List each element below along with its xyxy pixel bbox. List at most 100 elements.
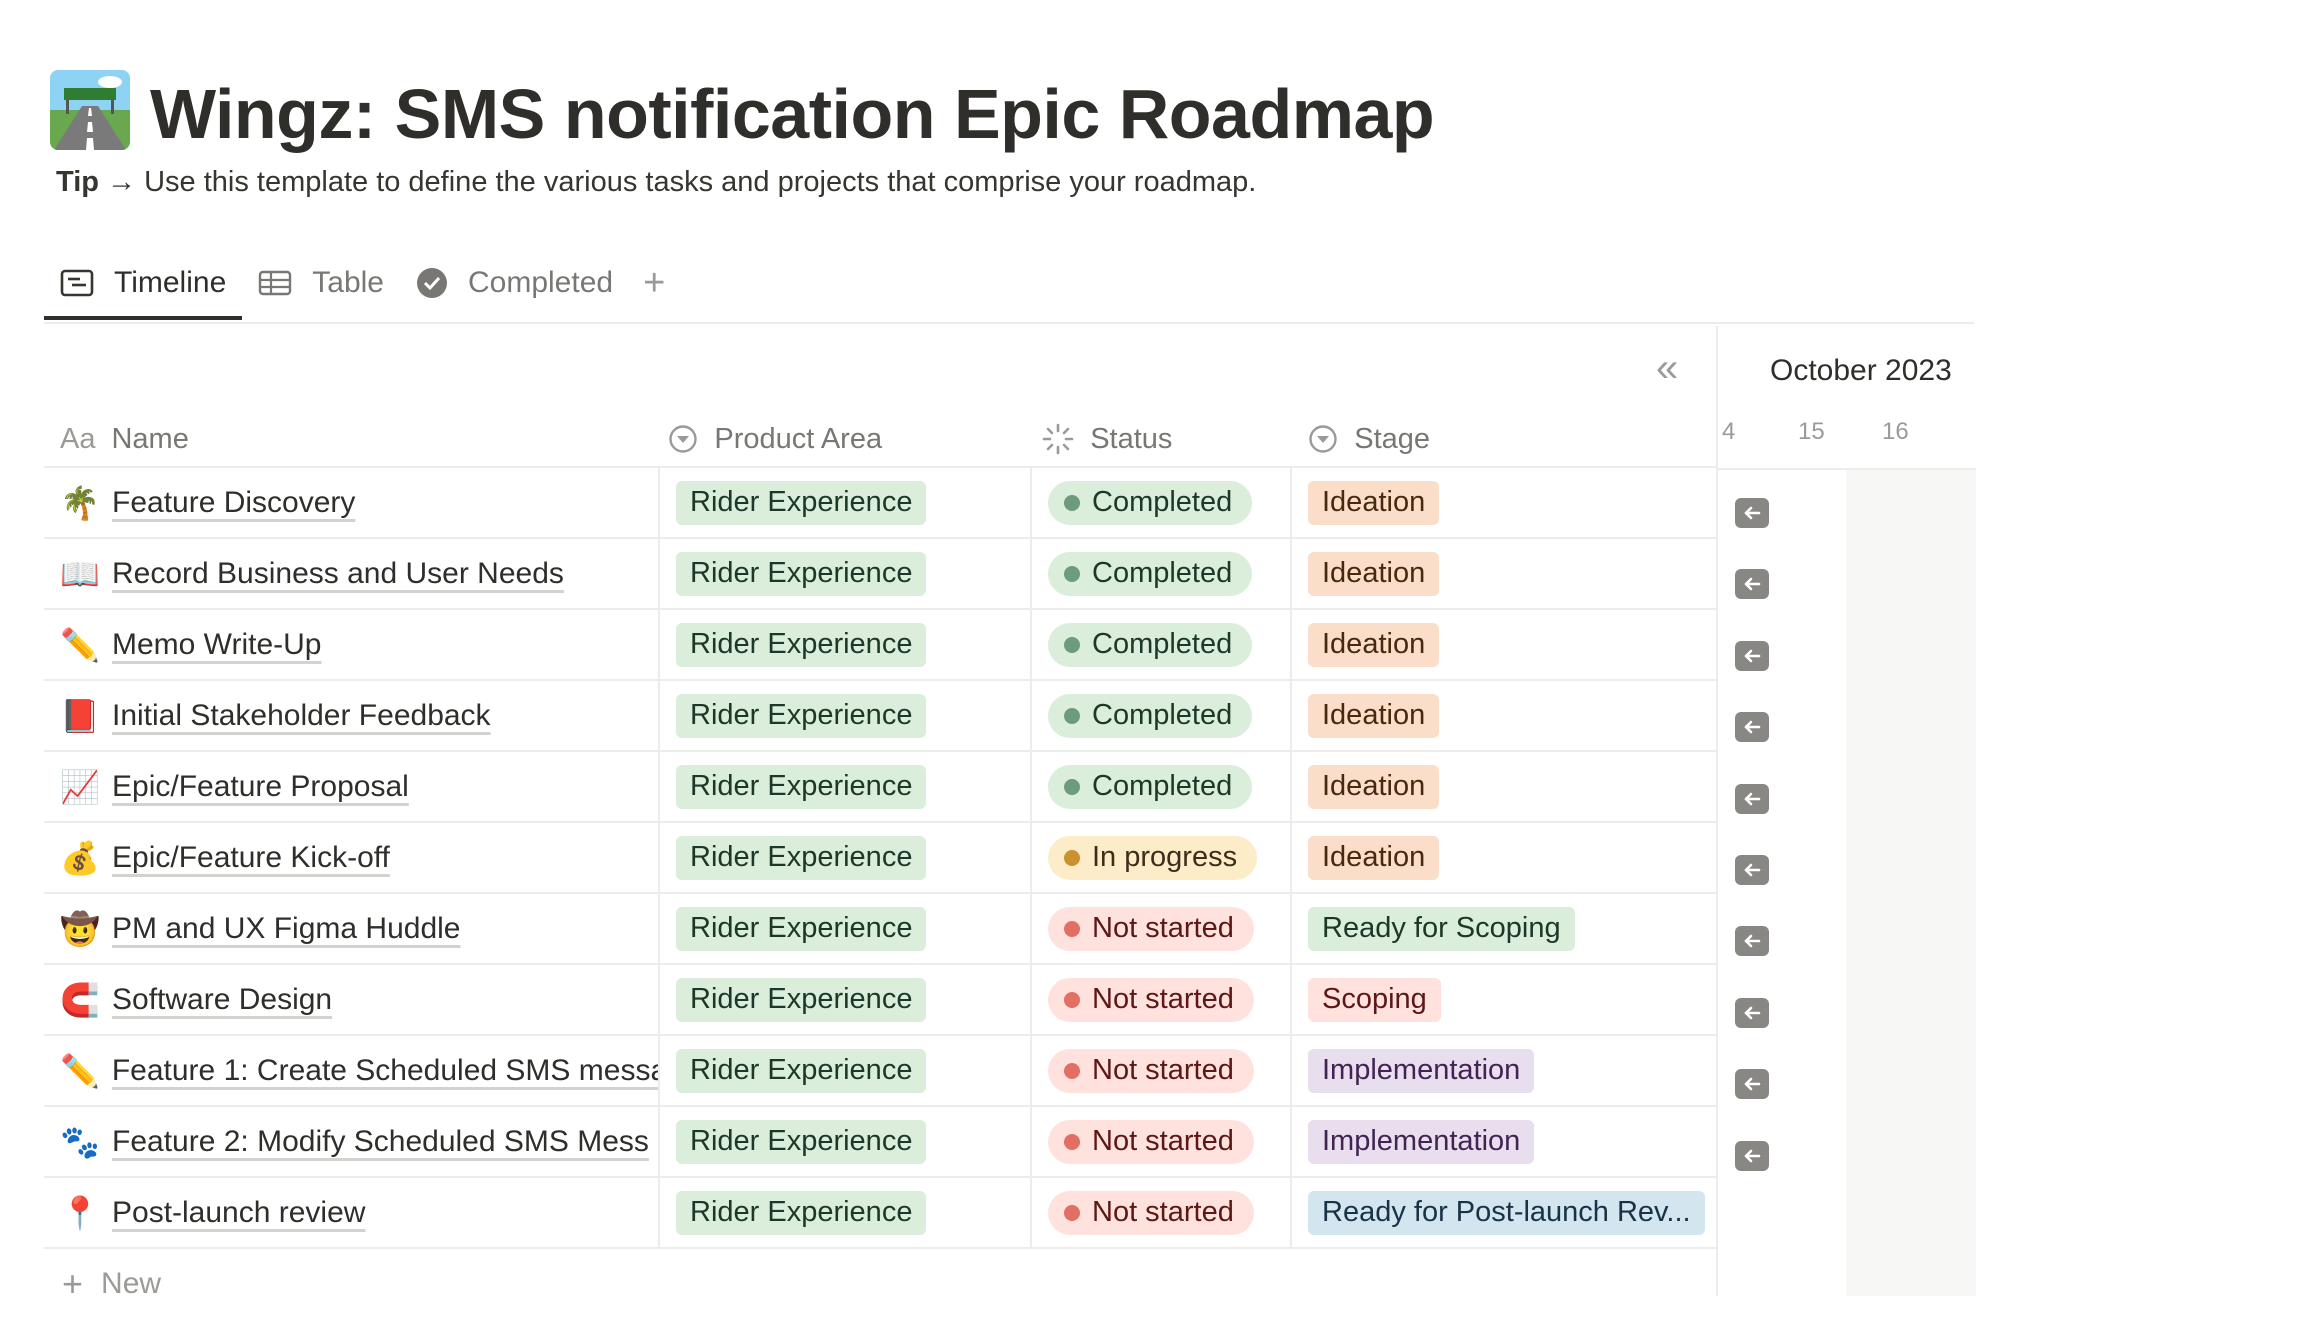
status-cell[interactable]: Not started — [1032, 1036, 1292, 1105]
name-cell[interactable]: 📈 Epic/Feature Proposal — [44, 752, 660, 821]
status-cell[interactable]: Not started — [1032, 1107, 1292, 1176]
row-name-link[interactable]: Feature Discovery — [112, 486, 355, 520]
row-name-link[interactable]: Feature 2: Modify Scheduled SMS Mess — [112, 1125, 649, 1159]
name-cell[interactable]: 🐾 Feature 2: Modify Scheduled SMS Mess — [44, 1107, 660, 1176]
row-name-link[interactable]: Software Design — [112, 983, 332, 1017]
timeline-scroll-to-item-button[interactable] — [1735, 855, 1769, 885]
stage-cell[interactable]: Ideation — [1292, 752, 1716, 821]
status-cell[interactable]: Completed — [1032, 539, 1292, 608]
row-name-link[interactable]: PM and UX Figma Huddle — [112, 912, 461, 946]
table-row[interactable]: 📕 Initial Stakeholder Feedback Rider Exp… — [44, 681, 1716, 752]
product-area-cell[interactable]: Rider Experience — [660, 1107, 1032, 1176]
tab-timeline[interactable]: Timeline — [44, 250, 243, 320]
view-tabs: Timeline Table Completed + — [44, 250, 679, 322]
status-cell[interactable]: Completed — [1032, 610, 1292, 679]
status-cell[interactable]: Not started — [1032, 894, 1292, 963]
table-row[interactable]: 🐾 Feature 2: Modify Scheduled SMS Mess R… — [44, 1107, 1716, 1178]
name-cell[interactable]: 📖 Record Business and User Needs — [44, 539, 660, 608]
timeline-scroll-to-item-button[interactable] — [1735, 783, 1769, 814]
stage-cell[interactable]: Ready for Post-launch Rev... — [1292, 1178, 1716, 1247]
status-cell[interactable]: In progress — [1032, 823, 1292, 892]
stage-cell[interactable]: Ready for Scoping — [1292, 894, 1716, 963]
table-row[interactable]: 🧲 Software Design Rider Experience Not s… — [44, 965, 1716, 1036]
row-name-link[interactable]: Feature 1: Create Scheduled SMS messa — [112, 1054, 658, 1088]
status-label: Completed — [1092, 770, 1233, 802]
status-dot-icon — [1064, 991, 1080, 1008]
stage-tag: Ready for Post-launch Rev... — [1308, 1190, 1705, 1235]
stage-cell[interactable]: Implementation — [1292, 1107, 1716, 1176]
row-name-link[interactable]: Epic/Feature Proposal — [112, 770, 409, 804]
stage-cell[interactable]: Scoping — [1292, 965, 1716, 1034]
name-cell[interactable]: 📕 Initial Stakeholder Feedback — [44, 681, 660, 750]
table-row[interactable]: 🤠 PM and UX Figma Huddle Rider Experienc… — [44, 894, 1716, 965]
tab-table[interactable]: Table — [242, 250, 400, 316]
timeline-scroll-to-item-button[interactable] — [1735, 712, 1769, 743]
status-label: Completed — [1092, 628, 1233, 660]
status-dot-icon — [1064, 707, 1080, 724]
name-cell[interactable]: ✏️ Memo Write-Up — [44, 610, 660, 679]
stage-cell[interactable]: Ideation — [1292, 610, 1716, 679]
product-area-cell[interactable]: Rider Experience — [660, 1036, 1032, 1105]
column-header-status[interactable]: Status — [1026, 423, 1292, 456]
stage-cell[interactable]: Ideation — [1292, 681, 1716, 750]
status-dot-icon — [1064, 778, 1080, 795]
table-row[interactable]: 📍 Post-launch review Rider Experience No… — [44, 1178, 1716, 1249]
arrow-left-icon — [1744, 935, 1761, 948]
stage-cell[interactable]: Implementation — [1292, 1036, 1716, 1105]
add-view-button[interactable]: + — [629, 250, 679, 316]
product-area-cell[interactable]: Rider Experience — [660, 681, 1032, 750]
tab-completed[interactable]: Completed — [400, 250, 629, 316]
table-row[interactable]: ✏️ Memo Write-Up Rider Experience Comple… — [44, 610, 1716, 681]
status-cell[interactable]: Completed — [1032, 681, 1292, 750]
tab-table-label: Table — [312, 266, 384, 299]
double-chevron-left-icon[interactable]: « — [1656, 346, 1678, 391]
timeline-scroll-to-item-button[interactable] — [1735, 926, 1769, 957]
status-cell[interactable]: Not started — [1032, 965, 1292, 1034]
status-badge: Not started — [1048, 1048, 1254, 1093]
timeline-scroll-to-item-button[interactable] — [1735, 569, 1769, 600]
product-area-cell[interactable]: Rider Experience — [660, 823, 1032, 892]
name-cell[interactable]: 📍 Post-launch review — [44, 1178, 660, 1247]
page-icon[interactable] — [50, 70, 130, 150]
row-name-link[interactable]: Record Business and User Needs — [112, 557, 564, 591]
row-name-link[interactable]: Post-launch review — [112, 1196, 365, 1230]
name-cell[interactable]: 🌴 Feature Discovery — [44, 468, 660, 537]
stage-cell[interactable]: Ideation — [1292, 823, 1716, 892]
product-area-cell[interactable]: Rider Experience — [660, 1178, 1032, 1247]
name-cell[interactable]: 🤠 PM and UX Figma Huddle — [44, 894, 660, 963]
product-area-cell[interactable]: Rider Experience — [660, 894, 1032, 963]
table-row[interactable]: 📈 Epic/Feature Proposal Rider Experience… — [44, 752, 1716, 823]
product-area-tag: Rider Experience — [676, 693, 927, 738]
row-name-link[interactable]: Memo Write-Up — [112, 628, 321, 662]
column-header-product-area[interactable]: Product Area — [652, 423, 1026, 456]
name-cell[interactable]: ✏️ Feature 1: Create Scheduled SMS messa — [44, 1036, 660, 1105]
row-name-link[interactable]: Epic/Feature Kick-off — [112, 841, 390, 875]
table-row[interactable]: 🌴 Feature Discovery Rider Experience Com… — [44, 468, 1716, 539]
name-cell[interactable]: 💰 Epic/Feature Kick-off — [44, 823, 660, 892]
timeline-scroll-to-item-button[interactable] — [1735, 1069, 1769, 1100]
new-row-button[interactable]: + New — [44, 1249, 1716, 1319]
status-cell[interactable]: Completed — [1032, 468, 1292, 537]
status-cell[interactable]: Not started — [1032, 1178, 1292, 1247]
row-name-link[interactable]: Initial Stakeholder Feedback — [112, 699, 491, 733]
product-area-cell[interactable]: Rider Experience — [660, 752, 1032, 821]
timeline-scroll-to-item-button[interactable] — [1735, 498, 1769, 528]
stage-cell[interactable]: Ideation — [1292, 468, 1716, 537]
product-area-cell[interactable]: Rider Experience — [660, 965, 1032, 1034]
row-emoji-icon: 💰 — [60, 839, 100, 876]
table-row[interactable]: 📖 Record Business and User Needs Rider E… — [44, 539, 1716, 610]
table-row[interactable]: ✏️ Feature 1: Create Scheduled SMS messa… — [44, 1036, 1716, 1107]
stage-cell[interactable]: Ideation — [1292, 539, 1716, 608]
timeline-scroll-to-item-button[interactable] — [1735, 1140, 1769, 1171]
timeline-scroll-to-item-button[interactable] — [1735, 997, 1769, 1028]
column-header-name[interactable]: Aa Name — [44, 423, 652, 456]
product-area-cell[interactable]: Rider Experience — [660, 539, 1032, 608]
table-row[interactable]: 💰 Epic/Feature Kick-off Rider Experience… — [44, 823, 1716, 894]
product-area-cell[interactable]: Rider Experience — [660, 468, 1032, 537]
product-area-cell[interactable]: Rider Experience — [660, 610, 1032, 679]
column-header-stage[interactable]: Stage — [1292, 423, 1716, 456]
timeline-scroll-to-item-button[interactable] — [1735, 640, 1769, 671]
status-cell[interactable]: Completed — [1032, 752, 1292, 821]
timeline-panel: « October 2023 4 15 16 — [1656, 326, 1976, 1296]
name-cell[interactable]: 🧲 Software Design — [44, 965, 660, 1034]
